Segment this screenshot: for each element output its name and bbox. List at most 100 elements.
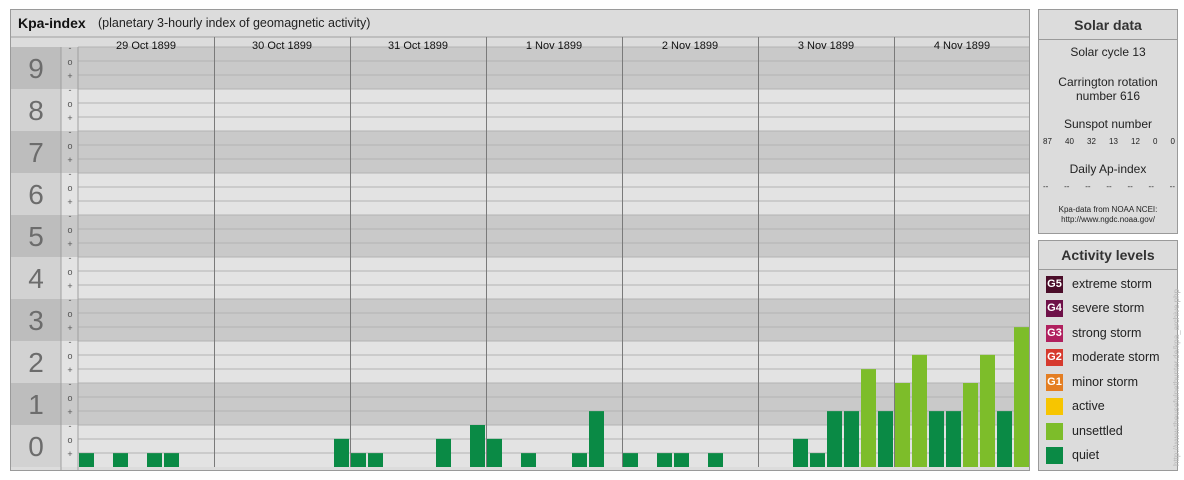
kpa-bar <box>895 383 910 467</box>
ap-value: -- <box>1148 182 1154 191</box>
day-label: 29 Oct 1899 <box>116 40 176 52</box>
kpa-bar <box>1014 327 1029 467</box>
level-label: active <box>1072 399 1105 413</box>
y-subtick-label: o <box>67 57 72 67</box>
source-watermark: http://www.theusefulnethunter.de/kpa_arc… <box>1172 288 1181 466</box>
kpa-bar <box>657 453 672 467</box>
ap-value: -- <box>1169 182 1175 191</box>
level-swatch <box>1046 423 1063 440</box>
level-moderate-storm: G2 moderate storm <box>1046 348 1176 368</box>
y-subtick-label: - <box>69 169 72 179</box>
y-subtick-label: - <box>69 253 72 263</box>
y-subtick-label: - <box>69 379 72 389</box>
level-swatch <box>1046 447 1063 464</box>
y-subtick-label: - <box>69 211 72 221</box>
ap-value: -- <box>1085 182 1091 191</box>
level-label: minor storm <box>1072 375 1138 389</box>
kpa-bar <box>946 411 961 467</box>
level-active: active <box>1046 397 1176 417</box>
activity-levels-panel: Activity levels G5 extreme storm G4 seve… <box>1038 240 1178 471</box>
day-label: 31 Oct 1899 <box>388 40 448 52</box>
sunspot-value: 12 <box>1131 137 1140 146</box>
kpa-bar <box>521 453 536 467</box>
kpa-bar <box>470 425 485 467</box>
level-strong-storm: G3 strong storm <box>1046 324 1176 344</box>
y-tick-label: 6 <box>28 179 44 210</box>
ap-value: -- <box>1127 182 1133 191</box>
y-subtick-label: + <box>67 197 72 207</box>
sunspot-values: 87 40 32 13 12 0 0 <box>1043 137 1175 146</box>
data-source-link[interactable]: http://www.ngdc.noaa.gov/ <box>1039 215 1177 225</box>
solar-data-title: Solar data <box>1074 17 1142 33</box>
daily-ap-label: Daily Ap-index <box>1069 162 1147 176</box>
carrington-rotation-line2: number 616 <box>1075 89 1141 103</box>
kpa-bar <box>79 453 94 467</box>
solar-cycle: Solar cycle 13 <box>1070 45 1146 59</box>
y-tick-label: 5 <box>28 221 44 252</box>
y-tick-label: 3 <box>28 305 44 336</box>
kpa-bar <box>793 438 808 467</box>
y-subtick-label: + <box>67 281 72 291</box>
kpa-bar <box>487 438 502 467</box>
data-source-line1: Kpa-data from NOAA NCEI: <box>1058 205 1158 214</box>
level-label: unsettled <box>1072 424 1123 438</box>
level-band <box>11 173 1029 215</box>
y-subtick-label: + <box>67 407 72 417</box>
kpa-bar <box>929 411 944 467</box>
kpa-bar <box>810 453 825 467</box>
y-tick-label: 1 <box>28 389 44 420</box>
kpa-bar <box>589 411 604 467</box>
sunspot-value: 0 <box>1153 137 1158 146</box>
level-swatch: G4 <box>1046 300 1063 317</box>
y-tick-label: 0 <box>28 431 44 462</box>
y-subtick-label: - <box>69 421 72 431</box>
kpa-bar <box>164 453 179 467</box>
kpa-bar <box>351 453 366 467</box>
level-label: extreme storm <box>1072 277 1152 291</box>
y-subtick-label: + <box>67 155 72 165</box>
y-subtick-label: o <box>67 393 72 403</box>
day-label: 30 Oct 1899 <box>252 40 312 52</box>
y-subtick-label: + <box>67 113 72 123</box>
level-extreme-storm: G5 extreme storm <box>1046 275 1176 295</box>
kpa-bar <box>963 383 978 467</box>
y-subtick-label: o <box>67 267 72 277</box>
y-subtick-label: - <box>69 295 72 305</box>
sunspot-number-label: Sunspot number <box>1063 117 1153 131</box>
y-subtick-label: - <box>69 85 72 95</box>
solar-data-panel: Solar data Solar cycle 13 Carrington rot… <box>1038 9 1178 234</box>
level-swatch: G3 <box>1046 325 1063 342</box>
day-label: 1 Nov 1899 <box>526 40 582 52</box>
level-swatch: G1 <box>1046 374 1063 391</box>
day-label: 3 Nov 1899 <box>798 40 854 52</box>
kpa-bar <box>113 453 128 467</box>
level-band <box>11 257 1029 299</box>
y-tick-label: 8 <box>28 95 44 126</box>
y-tick-label: 2 <box>28 347 44 378</box>
y-subtick-label: + <box>67 365 72 375</box>
kpa-bar <box>674 453 689 467</box>
level-band <box>11 215 1029 257</box>
y-subtick-label: + <box>67 323 72 333</box>
y-subtick-label: + <box>67 71 72 81</box>
activity-levels-title: Activity levels <box>1061 247 1155 263</box>
level-label: moderate storm <box>1072 350 1160 364</box>
level-swatch: G2 <box>1046 349 1063 366</box>
day-label: 2 Nov 1899 <box>662 40 718 52</box>
ap-value: -- <box>1043 182 1049 191</box>
sunspot-value: 87 <box>1043 137 1052 146</box>
kpa-bar <box>980 354 995 467</box>
level-band <box>11 341 1029 383</box>
daily-ap-values: -- -- -- -- -- -- -- <box>1043 182 1175 191</box>
ap-value: -- <box>1106 182 1112 191</box>
kpa-bar <box>997 411 1012 467</box>
level-band <box>11 131 1029 173</box>
y-subtick-label: o <box>67 141 72 151</box>
kpa-bar <box>623 453 638 467</box>
level-label: severe storm <box>1072 301 1145 315</box>
level-swatch: G5 <box>1046 276 1063 293</box>
ap-value: -- <box>1064 182 1070 191</box>
y-tick-label: 7 <box>28 137 44 168</box>
level-label: quiet <box>1072 448 1100 462</box>
level-swatch <box>1046 398 1063 415</box>
